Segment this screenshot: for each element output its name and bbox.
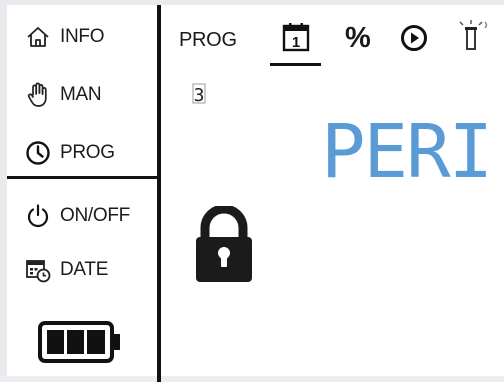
- segment-display-text: PERI: [321, 111, 491, 191]
- sidebar-item-man[interactable]: MAN: [23, 77, 102, 113]
- sidebar: INFO MAN PROG ON/OFF DATE: [7, 5, 158, 376]
- clock-icon: [23, 138, 53, 168]
- lock-icon: [193, 204, 255, 289]
- tab-calendar[interactable]: 1: [281, 21, 311, 58]
- tab-prog[interactable]: PROG: [179, 29, 237, 52]
- sidebar-item-prog[interactable]: PROG: [23, 135, 115, 171]
- sidebar-item-info[interactable]: INFO: [23, 19, 104, 55]
- tab-selected-indicator: [270, 63, 321, 66]
- hand-icon: [23, 80, 53, 110]
- sidebar-item-label: DATE: [60, 259, 109, 280]
- play-icon: [401, 25, 427, 51]
- power-icon: [23, 201, 53, 231]
- sidebar-item-date[interactable]: DATE: [23, 252, 108, 288]
- battery-icon: [38, 321, 122, 368]
- calendar-day: 1: [292, 34, 300, 51]
- frame-left: [0, 0, 7, 382]
- small-display: 3: [191, 82, 207, 111]
- home-icon: [23, 22, 53, 52]
- sidebar-item-label: PROG: [60, 142, 115, 163]
- sidebar-item-onoff[interactable]: ON/OFF: [23, 198, 130, 234]
- sidebar-item-label: ON/OFF: [60, 205, 130, 226]
- sprinkler-icon: [459, 20, 488, 50]
- calendar-icon: 1: [282, 23, 310, 52]
- calendar-clock-icon: [23, 255, 53, 285]
- sidebar-divider: [7, 176, 157, 179]
- sidebar-item-label: MAN: [60, 84, 102, 105]
- tab-play[interactable]: [399, 23, 429, 58]
- sidebar-item-label: INFO: [60, 26, 105, 47]
- frame-bottom: [0, 376, 504, 382]
- main-panel: PROG 1 % 3 PERI: [161, 5, 504, 376]
- tab-percent[interactable]: %: [345, 22, 371, 55]
- segment-display: PERI: [321, 109, 504, 196]
- tab-sprinkler[interactable]: [456, 19, 496, 58]
